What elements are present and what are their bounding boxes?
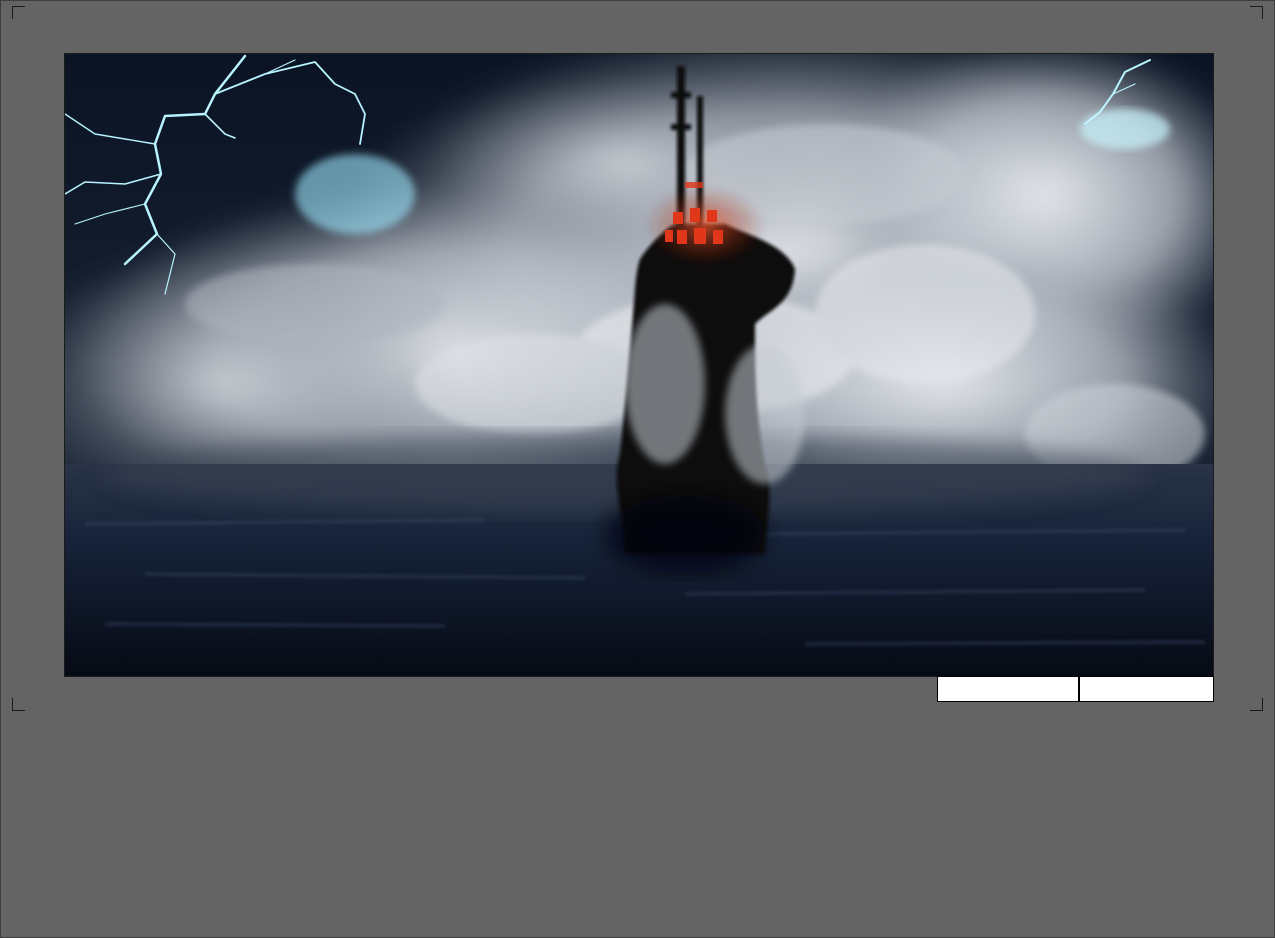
crop-mark-bottom-right xyxy=(1250,698,1263,711)
storyboard-frame xyxy=(64,53,1214,677)
crop-mark-top-left xyxy=(12,6,25,19)
lighthouse-reflection xyxy=(605,494,765,574)
crop-mark-top-right xyxy=(1250,6,1263,19)
crop-mark-bottom-left xyxy=(12,698,25,711)
caption-field-right[interactable] xyxy=(1079,676,1214,702)
lightning-left-glow xyxy=(295,154,415,234)
storm-painting xyxy=(65,54,1213,676)
lightning-right-glow xyxy=(1080,109,1170,149)
caption-field-left[interactable] xyxy=(937,676,1079,702)
